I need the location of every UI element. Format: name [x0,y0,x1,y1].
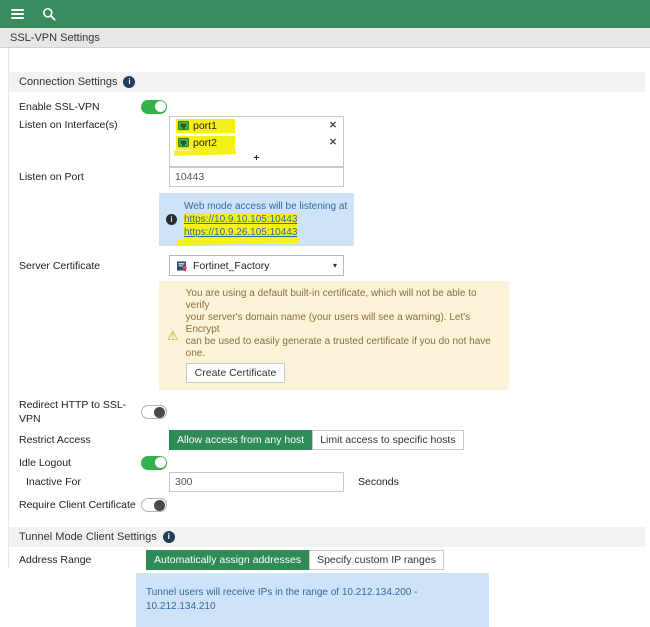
server-certificate-label: Server Certificate [19,259,101,272]
certificate-warning-text: You are using a default built-in certifi… [185,288,491,359]
certificate-warning-content: You are using a default built-in certifi… [185,288,501,383]
info-icon[interactable]: i [162,531,175,543]
info-icon[interactable]: i [123,76,136,88]
certificate-warning-box: ⚠ You are using a default built-in certi… [159,281,509,390]
require-client-certificate-toggle[interactable] [141,498,167,512]
enable-ssl-vpn-toggle[interactable] [141,100,167,114]
warning-icon: ⚠ [167,328,179,343]
server-certificate-select[interactable]: Fortinet_Factory ▾ [169,255,344,276]
row-server-certificate: Server Certificate Fortinet_Factory ▾ [19,255,650,276]
row-restrict-access: Restrict Access Allow access from any ho… [19,430,650,450]
ethernet-port-icon [178,120,189,131]
address-range-segment: Automatically assign addresses Specify c… [146,550,444,570]
interface-item-port2: port2 ✕ [170,134,343,156]
redirect-http-label: Redirect HTTP to SSL-VPN [19,399,127,425]
ethernet-port-icon [178,137,189,148]
idle-logout-label: Idle Logout [19,457,71,469]
row-redirect-http: Redirect HTTP to SSL-VPN [19,398,650,426]
interface-chip[interactable]: port1 [176,118,235,133]
remove-interface-icon[interactable]: ✕ [329,121,337,131]
search-icon[interactable] [42,7,56,21]
restrict-access-option-any-host[interactable]: Allow access from any host [169,430,313,450]
row-enable-ssl-vpn: Enable SSL-VPN [19,100,650,114]
certificate-icon [177,261,187,271]
address-range-option-custom[interactable]: Specify custom IP ranges [309,550,444,570]
highlight-mark [176,237,300,246]
require-client-certificate-label: Require Client Certificate [19,499,136,511]
web-mode-info-box: i Web mode access will be listening at h… [159,193,354,246]
content-pane: Connection Settings i Enable SSL-VPN Lis… [8,48,650,627]
menu-icon[interactable] [11,9,24,19]
row-inactive-for: Inactive For Seconds [19,472,650,492]
top-nav-bar [0,0,650,28]
section-title: Connection Settings [19,76,118,88]
row-idle-logout: Idle Logout [19,456,650,470]
tunnel-range-info-box: Tunnel users will receive IPs in the ran… [136,573,489,627]
interface-name: port1 [193,119,217,132]
interface-list-box[interactable]: port1 ✕ port2 ✕ + [169,116,344,167]
inactive-for-label: Inactive For [26,476,81,488]
listen-port-label: Listen on Port [19,171,84,183]
server-certificate-value: Fortinet_Factory [193,259,270,272]
address-range-option-automatic[interactable]: Automatically assign addresses [146,550,310,570]
row-address-range: Address Range Automatically assign addre… [19,550,650,570]
section-title: Tunnel Mode Client Settings [19,531,157,543]
listen-port-input[interactable] [169,167,344,187]
section-header-tunnel-mode: Tunnel Mode Client Settings i [9,527,645,547]
info-icon: i [166,214,177,225]
restrict-access-segment: Allow access from any host Limit access … [169,430,464,450]
address-range-label: Address Range [19,554,92,566]
row-listen-port: Listen on Port [19,167,650,187]
row-listen-interfaces: Listen on Interface(s) port1 ✕ port2 ✕ + [19,116,650,167]
restrict-access-label: Restrict Access [19,434,91,446]
remove-interface-icon[interactable]: ✕ [329,138,337,148]
enable-ssl-vpn-label: Enable SSL-VPN [19,101,100,113]
breadcrumb: SSL-VPN Settings [0,28,650,48]
interface-name: port2 [193,136,217,149]
create-certificate-button[interactable]: Create Certificate [185,363,286,383]
web-mode-info-text: Web mode access will be listening at htt… [184,200,347,239]
web-mode-link-2[interactable]: https://10.9.26.105:10443 [184,226,298,239]
section-header-connection-settings: Connection Settings i [9,72,645,92]
interface-item-port1: port1 ✕ [170,117,343,134]
chevron-down-icon: ▾ [332,261,337,270]
restrict-access-option-specific-hosts[interactable]: Limit access to specific hosts [312,430,464,450]
inactive-for-unit: Seconds [358,476,399,488]
listen-interfaces-label: Listen on Interface(s) [19,119,118,131]
web-mode-link-1[interactable]: https://10.9.10.105:10443 [184,213,298,226]
web-mode-text: Web mode access will be listening at [184,201,348,212]
idle-logout-toggle[interactable] [141,456,167,470]
interface-chip[interactable]: port2 [176,135,235,150]
page-title: SSL-VPN Settings [10,31,100,44]
redirect-http-toggle[interactable] [141,405,167,419]
inactive-for-input[interactable] [169,472,344,492]
row-require-client-certificate: Require Client Certificate [19,498,650,512]
